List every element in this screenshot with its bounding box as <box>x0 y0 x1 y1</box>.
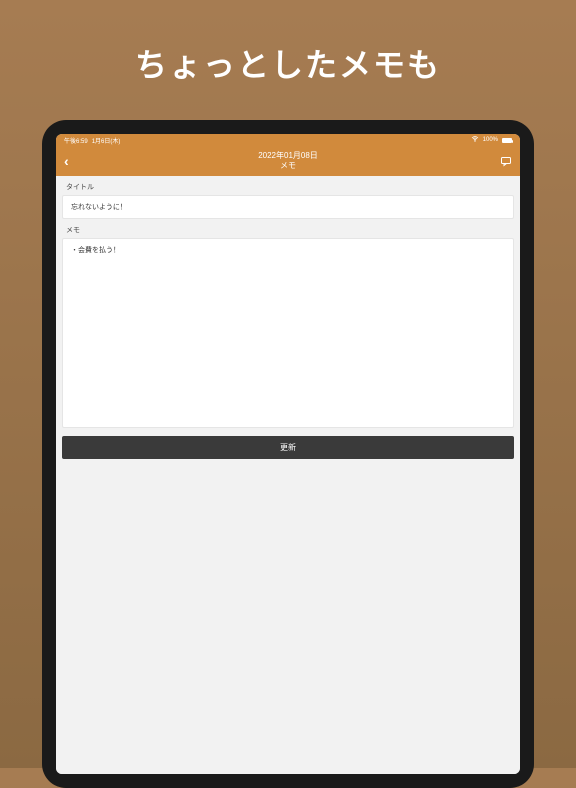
status-bar: 午後6:59 1月6日(木) 100% <box>56 134 520 146</box>
tablet-device-frame: 午後6:59 1月6日(木) 100% ‹ 2022年01月08日 メモ タ <box>42 120 534 788</box>
status-time: 午後6:59 <box>64 136 88 145</box>
memo-form: タイトル 忘れないように！ メモ ・会費を払う！ 更新 <box>56 176 520 774</box>
tablet-screen: 午後6:59 1月6日(木) 100% ‹ 2022年01月08日 メモ タ <box>56 134 520 774</box>
nav-title-date: 2022年01月08日 <box>56 151 520 161</box>
status-right: 100% <box>471 136 512 144</box>
memo-label: メモ <box>56 219 520 238</box>
title-label: タイトル <box>56 176 520 195</box>
chat-icon[interactable] <box>500 155 512 167</box>
navigation-bar: ‹ 2022年01月08日 メモ <box>56 146 520 176</box>
battery-percent: 100% <box>483 137 498 143</box>
status-left: 午後6:59 1月6日(木) <box>64 136 120 145</box>
title-input[interactable]: 忘れないように！ <box>62 195 514 219</box>
memo-textarea[interactable]: ・会費を払う！ <box>62 238 514 428</box>
nav-title-sub: メモ <box>56 161 520 171</box>
battery-icon <box>502 138 512 143</box>
nav-title: 2022年01月08日 メモ <box>56 151 520 172</box>
wifi-icon <box>471 136 479 144</box>
update-button[interactable]: 更新 <box>62 436 514 459</box>
promo-headline: ちょっとしたメモも <box>0 0 576 114</box>
status-date: 1月6日(木) <box>92 136 121 145</box>
